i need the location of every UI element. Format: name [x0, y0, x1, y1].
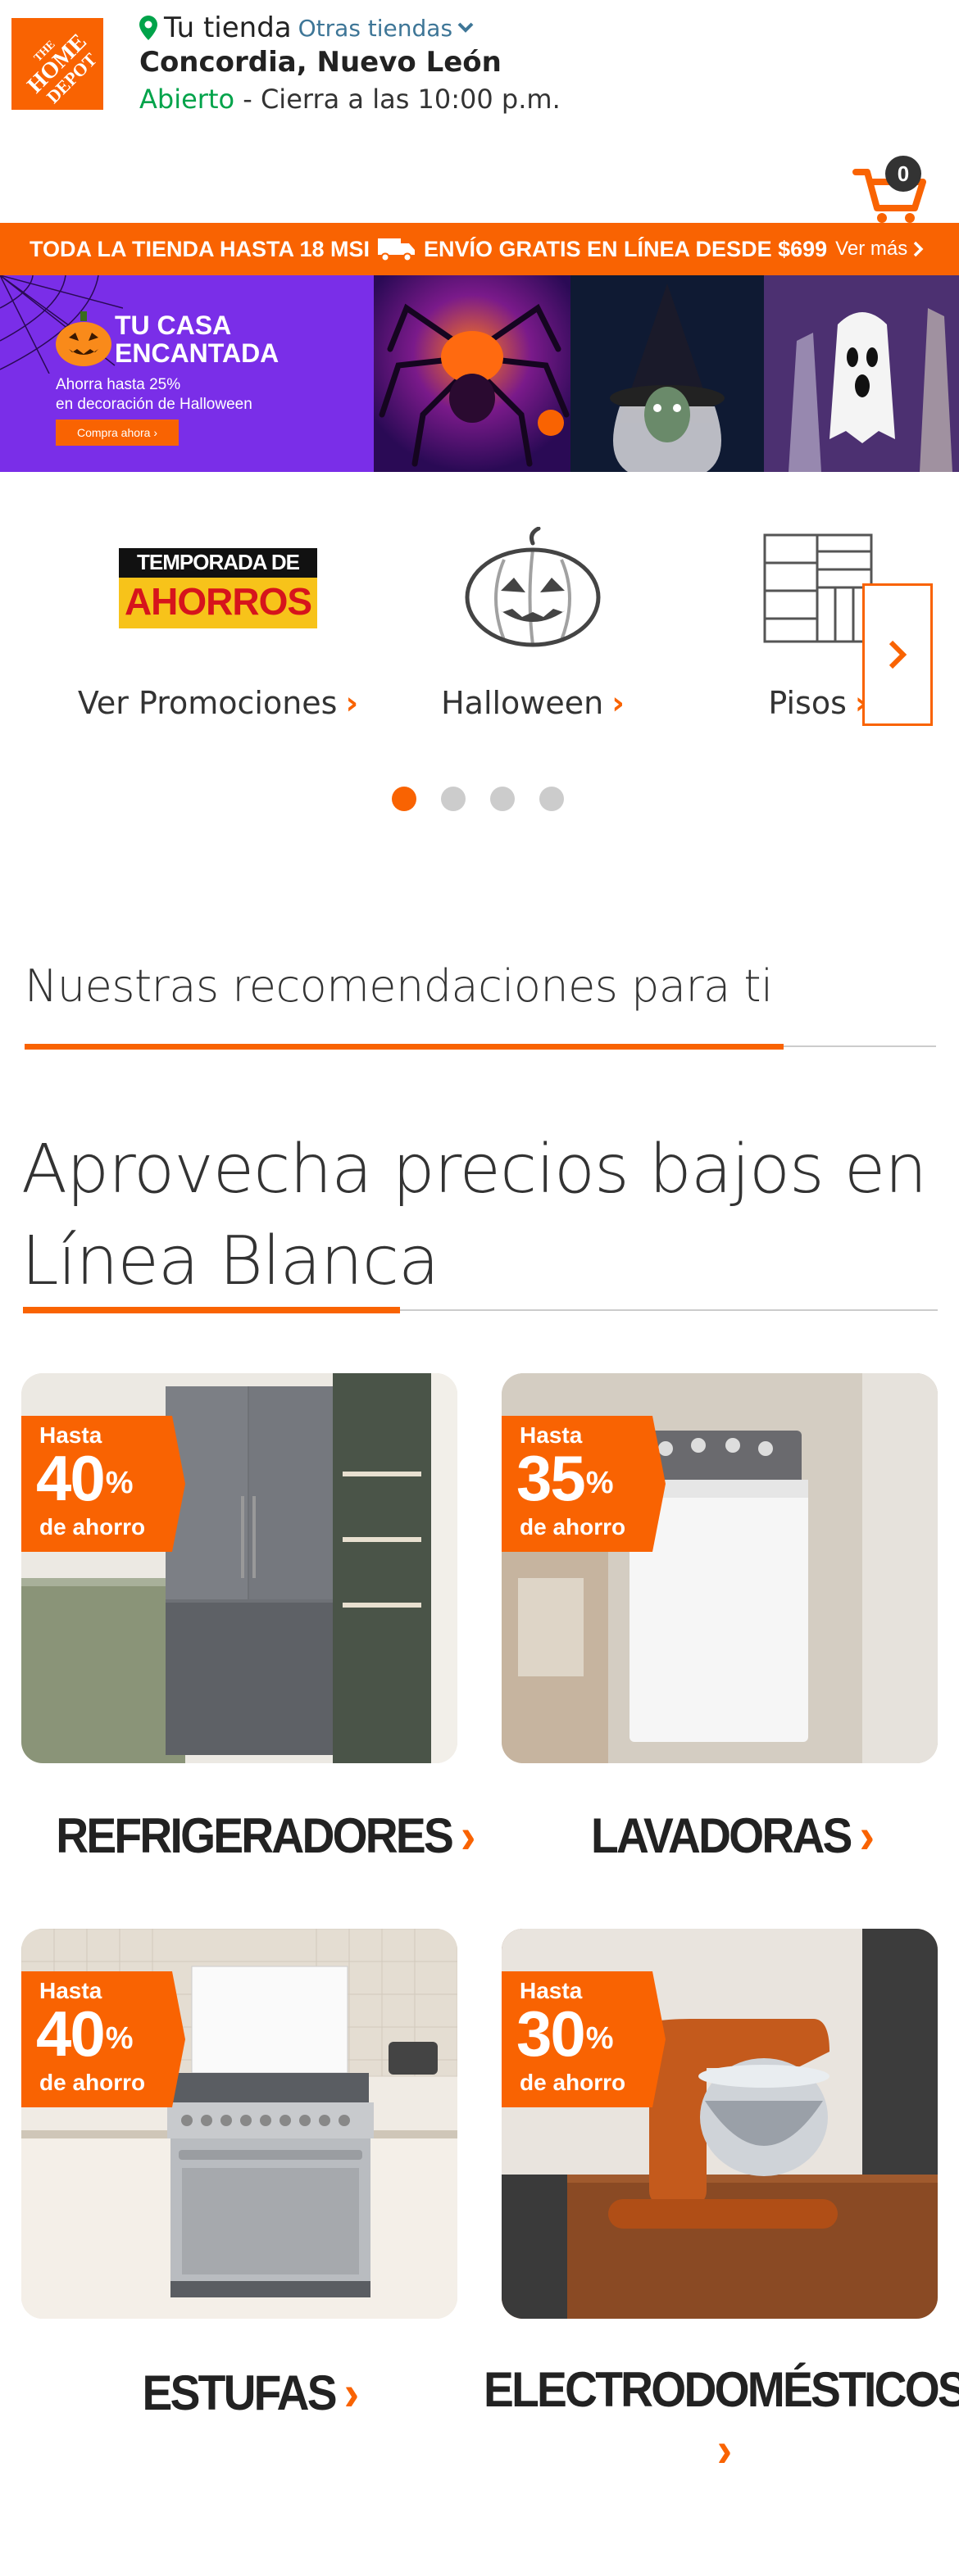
promo-more-label: Ver más	[835, 238, 908, 260]
store-selector[interactable]: Tu tienda Otras tiendas	[139, 8, 474, 48]
caption-text: REFRIGERADORES	[56, 1808, 453, 1863]
hero-shop-button[interactable]: Compra ahora ›	[56, 420, 179, 446]
jack-o-lantern-icon	[56, 311, 111, 366]
store-close-time: - Cierra a las 10:00 p.m.	[234, 84, 561, 115]
home-depot-logo[interactable]: THE HOME DEPOT	[11, 18, 103, 110]
hero-sub-line2: en decoración de Halloween	[56, 396, 252, 413]
promo-bar[interactable]: TODA LA TIENDA HASTA 18 MSI ENVÍO GRATIS…	[0, 223, 959, 275]
badge-percent-value: 40	[36, 1442, 106, 1514]
store-name: Concordia, Nuevo León	[139, 46, 502, 79]
carousel-dots	[392, 787, 564, 811]
badge-percent-value: 35	[516, 1442, 586, 1514]
store-open-status: Abierto	[139, 84, 235, 115]
category-label: Halloween ›	[441, 685, 625, 721]
hero-text-panel: TU CASA ENCANTADA Ahorra hasta 25% en de…	[0, 275, 374, 472]
recommendations-title: Nuestras recomendaciones para ti	[25, 960, 773, 1012]
badge-bottom-text: de ahorro	[520, 2070, 626, 2095]
chevron-down-icon	[457, 22, 474, 33]
truck-icon	[378, 238, 416, 261]
chevron-right-icon: ›	[343, 2365, 360, 2420]
category-halloween[interactable]: Halloween ›	[418, 527, 648, 728]
badge-percent: 40%	[36, 1998, 134, 2070]
promo-msi-text: TODA LA TIENDA HASTA 18 MSI	[30, 236, 370, 261]
temporada-ahorros-logo: TEMPORADA DE AHORROS	[119, 531, 317, 646]
hero-title: TU CASA ENCANTADA	[115, 311, 279, 367]
category-label-text: Halloween	[441, 685, 604, 721]
other-stores-link[interactable]: Otras tiendas	[298, 15, 474, 42]
chevron-right-icon: ›	[461, 1808, 476, 1863]
linea-blanca-title: Aprovecha precios bajos en Línea Blanca	[21, 1131, 927, 1300]
caption-text: ELECTRODOMÉSTICOS	[484, 2362, 959, 2417]
discount-badge: Hasta 40% de ahorro	[21, 1416, 185, 1552]
product-card-lavadoras[interactable]: Hasta 35% de ahorro	[502, 1373, 938, 1763]
other-stores-label: Otras tiendas	[298, 14, 453, 42]
caption-text: LAVADORAS	[591, 1808, 852, 1863]
hero-ghost-image	[764, 275, 959, 472]
location-pin-icon	[139, 16, 157, 40]
ahorros-text: AHORROS	[124, 580, 312, 623]
hero-sub-line1: Ahorra hasta 25%	[56, 376, 181, 393]
chevron-right-icon	[889, 640, 907, 669]
badge-percent: 30%	[516, 1998, 614, 2070]
hero-title-line1: TU CASA	[115, 311, 232, 340]
carousel-dot[interactable]	[490, 787, 515, 811]
chevron-right-icon: ›	[716, 2422, 733, 2477]
promo-more-link[interactable]: Ver más	[835, 238, 924, 261]
hero-subtitle: Ahorra hasta 25% en decoración de Hallow…	[56, 375, 252, 415]
carousel-dot[interactable]	[539, 787, 564, 811]
chevron-right-icon: ›	[611, 685, 625, 721]
category-caption[interactable]: LAVADORAS ›	[591, 1807, 875, 1864]
hero-slide-dot	[538, 410, 564, 436]
promo-shipping-text: ENVÍO GRATIS EN LÍNEA DESDE $699	[424, 236, 828, 261]
product-card-refrigeradores[interactable]: Hasta 40% de ahorro	[21, 1373, 457, 1763]
floor-tiles-icon	[763, 531, 873, 646]
badge-bottom-text: de ahorro	[39, 1514, 146, 1540]
category-caption[interactable]: ELECTRODOMÉSTICOS ›	[484, 2361, 959, 2478]
carousel-next-button[interactable]	[862, 583, 933, 726]
category-promociones[interactable]: TEMPORADA DE AHORROS Ver Promociones ›	[66, 531, 370, 728]
chevron-right-icon	[913, 241, 924, 257]
product-card-electrodomesticos[interactable]: Hasta 30% de ahorro	[502, 1929, 938, 2319]
hero-witch-image	[570, 275, 764, 472]
product-card-estufas[interactable]: Hasta 40% de ahorro	[21, 1929, 457, 2319]
temporada-text: TEMPORADA DE	[137, 550, 300, 574]
store-label: Tu tienda	[164, 11, 292, 44]
caption-text: ESTUFAS	[142, 2365, 338, 2420]
cart-count-badge: 0	[885, 156, 921, 192]
pumpkin-icon	[463, 527, 602, 647]
badge-percent-value: 30	[516, 1998, 586, 2070]
hero-title-line2: ENCANTADA	[115, 338, 280, 368]
chevron-right-icon: ›	[345, 685, 359, 721]
category-label-text: Pisos	[768, 685, 847, 721]
store-hours: Abierto - Cierra a las 10:00 p.m.	[139, 84, 561, 115]
discount-badge: Hasta 40% de ahorro	[21, 1971, 185, 2107]
promo-text: TODA LA TIENDA HASTA 18 MSI ENVÍO GRATIS…	[30, 237, 827, 262]
category-label: Pisos ›	[768, 685, 867, 721]
discount-badge: Hasta 30% de ahorro	[502, 1971, 666, 2107]
badge-percent: 35%	[516, 1442, 614, 1514]
chevron-right-icon: ›	[859, 1808, 875, 1863]
category-caption[interactable]: REFRIGERADORES ›	[56, 1807, 475, 1864]
hero-spider-image	[374, 275, 570, 472]
divider-accent	[25, 1044, 784, 1050]
carousel-dot[interactable]	[392, 787, 416, 811]
badge-percent: 40%	[36, 1442, 134, 1514]
badge-bottom-text: de ahorro	[520, 1514, 626, 1540]
logo-mark-icon: THE HOME DEPOT	[11, 18, 103, 110]
divider-accent	[23, 1307, 400, 1313]
discount-badge: Hasta 35% de ahorro	[502, 1416, 666, 1552]
category-label: Ver Promociones ›	[78, 685, 358, 721]
category-label-text: Ver Promociones	[77, 685, 338, 721]
carousel-dot[interactable]	[441, 787, 466, 811]
halloween-banner[interactable]: TU CASA ENCANTADA Ahorra hasta 25% en de…	[0, 275, 959, 472]
badge-bottom-text: de ahorro	[39, 2070, 146, 2095]
badge-percent-value: 40	[36, 1998, 106, 2070]
category-caption[interactable]: ESTUFAS ›	[143, 2365, 360, 2421]
